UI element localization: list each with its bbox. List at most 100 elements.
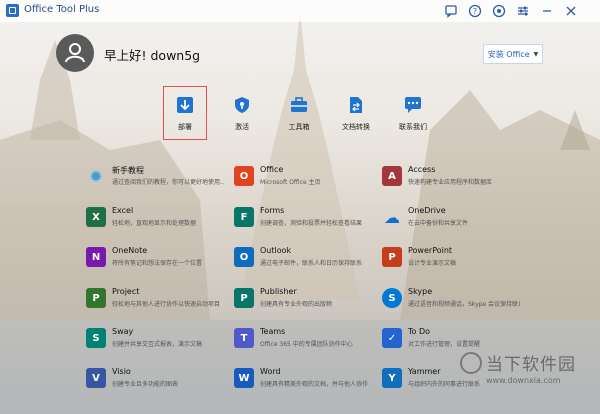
app-name: Project xyxy=(112,287,140,296)
app-desc: 创建专业且多功能的图表 xyxy=(112,381,179,388)
powerpoint-icon: P xyxy=(382,247,402,267)
nav-toolbox[interactable]: 工具箱 xyxy=(277,96,321,140)
app-outlook[interactable]: O Outlook 通过电子邮件，联系人和日历保持联系 xyxy=(234,246,374,272)
toolbox-icon xyxy=(290,96,308,114)
app-office[interactable]: O Office Microsoft Office 主页 xyxy=(234,165,374,191)
nav-activate[interactable]: 激活 xyxy=(220,96,264,140)
title-bar: Office Tool Plus ? xyxy=(0,0,600,22)
teams-icon: T xyxy=(234,328,254,348)
visio-icon: V xyxy=(86,368,106,388)
tutorial-icon: ✹ xyxy=(89,166,103,186)
nav-doc-convert-label: 文档转换 xyxy=(342,123,370,131)
nav-contact-us[interactable]: 联系我们 xyxy=(391,96,435,140)
yammer-icon: Y xyxy=(382,368,402,388)
app-visio[interactable]: V Visio 创建专业且多功能的图表 xyxy=(86,367,226,393)
app-desc: 创建具有专业外观的出版物 xyxy=(260,301,333,308)
nav-deploy[interactable]: 部署 xyxy=(163,96,207,140)
sliders-icon[interactable] xyxy=(516,3,530,17)
watermark-logo-icon xyxy=(460,352,482,374)
app-desc: 通过电子邮件，联系人和日历保持联系 xyxy=(260,260,363,267)
skype-icon: S xyxy=(382,288,402,308)
forms-icon: F xyxy=(234,207,254,227)
todo-icon: ✓ xyxy=(382,328,402,348)
app-name: Yammer xyxy=(408,367,441,376)
app-desc: 在云中备份和共享文件 xyxy=(408,220,469,227)
app-desc: 快速构建专业应用程序和数据库 xyxy=(408,179,493,186)
outlook-icon: O xyxy=(234,247,254,267)
app-desc: 设计专业演示文稿 xyxy=(408,260,457,267)
app-onedrive[interactable]: ☁ OneDrive 在云中备份和共享文件 xyxy=(382,206,522,232)
app-onenote[interactable]: N OneNote 将所有笔记和想法保存在一个位置 xyxy=(86,246,226,272)
key-shield-icon xyxy=(233,96,251,114)
app-logo-icon xyxy=(6,4,19,17)
install-office-button[interactable]: 安装 Office ▼ xyxy=(483,44,543,64)
user-icon xyxy=(65,43,85,63)
minimize-icon[interactable] xyxy=(540,3,554,17)
access-icon: A xyxy=(382,166,402,186)
nav-deploy-label: 部署 xyxy=(178,123,192,131)
help-icon[interactable]: ? xyxy=(468,3,482,18)
app-name: Outlook xyxy=(260,246,292,255)
app-sway[interactable]: S Sway 创建并共享交互式报表，演示文稿 xyxy=(86,327,226,353)
app-powerpoint[interactable]: P PowerPoint 设计专业演示文稿 xyxy=(382,246,522,272)
publisher-icon: P xyxy=(234,288,254,308)
app-name: OneDrive xyxy=(408,206,446,215)
app-name: Skype xyxy=(408,287,433,296)
onenote-icon: N xyxy=(86,247,106,267)
app-word[interactable]: W Word 创建具有精美外观的文档，并与他人协作 xyxy=(234,367,374,393)
app-desc: 通过语音和视频通话，Skype 会议保持联系 xyxy=(408,301,520,308)
app-desc: 轻松地，直观地显示和处理数据 xyxy=(112,220,197,227)
avatar[interactable] xyxy=(56,34,94,72)
deploy-icon xyxy=(176,96,194,114)
app-desc: 创建具有精美外观的文档，并与他人协作 xyxy=(260,381,369,388)
app-name: Sway xyxy=(112,327,134,336)
onedrive-icon: ☁ xyxy=(384,207,400,227)
app-project[interactable]: P Project 轻松地与其他人进行协作以快速启动项目 xyxy=(86,287,226,313)
app-name: PowerPoint xyxy=(408,246,453,255)
office-icon: O xyxy=(234,166,254,186)
window-title: Office Tool Plus xyxy=(24,4,100,15)
greeting-text: 早上好! down5g xyxy=(104,48,201,63)
app-name: Publisher xyxy=(260,287,297,296)
caret-down-icon: ▼ xyxy=(533,50,539,58)
app-teams[interactable]: T Teams Office 365 中的专属团队协作中心 xyxy=(234,327,374,353)
app-desc: 创建并共享交互式报表，演示文稿 xyxy=(112,341,203,348)
app-desc: 将所有笔记和想法保存在一个位置 xyxy=(112,260,203,267)
app-tutorial[interactable]: ✹ 新手教程 通过查阅我们的教程，你可以更好地使用... xyxy=(86,165,226,191)
sway-icon: S xyxy=(86,328,106,348)
app-excel[interactable]: X Excel 轻松地，直观地显示和处理数据 xyxy=(86,206,226,232)
nav-contact-us-label: 联系我们 xyxy=(399,123,427,131)
settings-icon[interactable] xyxy=(492,3,506,18)
app-name: Office xyxy=(260,165,284,174)
app-name: Excel xyxy=(112,206,134,215)
watermark: 当下软件园 www.downxia.com xyxy=(456,346,596,410)
chat-icon[interactable] xyxy=(444,3,458,18)
watermark-text: 当下软件园 xyxy=(486,355,576,375)
chat-bubble-icon xyxy=(404,96,422,114)
app-name: Word xyxy=(260,367,281,376)
nav-toolbox-label: 工具箱 xyxy=(288,123,310,131)
app-access[interactable]: A Access 快速构建专业应用程序和数据库 xyxy=(382,165,522,191)
nav-activate-label: 激活 xyxy=(235,123,249,131)
app-name: To Do xyxy=(408,327,431,336)
app-skype[interactable]: S Skype 通过语音和视频通话，Skype 会议保持联系 xyxy=(382,287,522,313)
app-name: Forms xyxy=(260,206,285,215)
word-icon: W xyxy=(234,368,254,388)
app-name: 新手教程 xyxy=(112,166,144,175)
excel-icon: X xyxy=(86,207,106,227)
app-desc: 轻松地与其他人进行协作以快速启动项目 xyxy=(112,301,221,308)
svg-text:?: ? xyxy=(473,7,477,16)
watermark-url: www.downxia.com xyxy=(486,376,561,385)
app-name: Teams xyxy=(260,327,286,336)
project-icon: P xyxy=(86,288,106,308)
app-forms[interactable]: F Forms 创建调查，测验和投票并轻松查看结果 xyxy=(234,206,374,232)
app-desc: 创建调查，测验和投票并轻松查看结果 xyxy=(260,220,363,227)
close-icon[interactable] xyxy=(564,3,578,17)
app-name: OneNote xyxy=(112,246,148,255)
app-desc: 通过查阅我们的教程，你可以更好地使用... xyxy=(112,179,224,186)
nav-doc-convert[interactable]: 文档转换 xyxy=(334,96,378,140)
app-name: Visio xyxy=(112,367,131,376)
app-desc: Microsoft Office 主页 xyxy=(260,179,321,186)
app-desc: Office 365 中的专属团队协作中心 xyxy=(260,341,353,348)
app-publisher[interactable]: P Publisher 创建具有专业外观的出版物 xyxy=(234,287,374,313)
